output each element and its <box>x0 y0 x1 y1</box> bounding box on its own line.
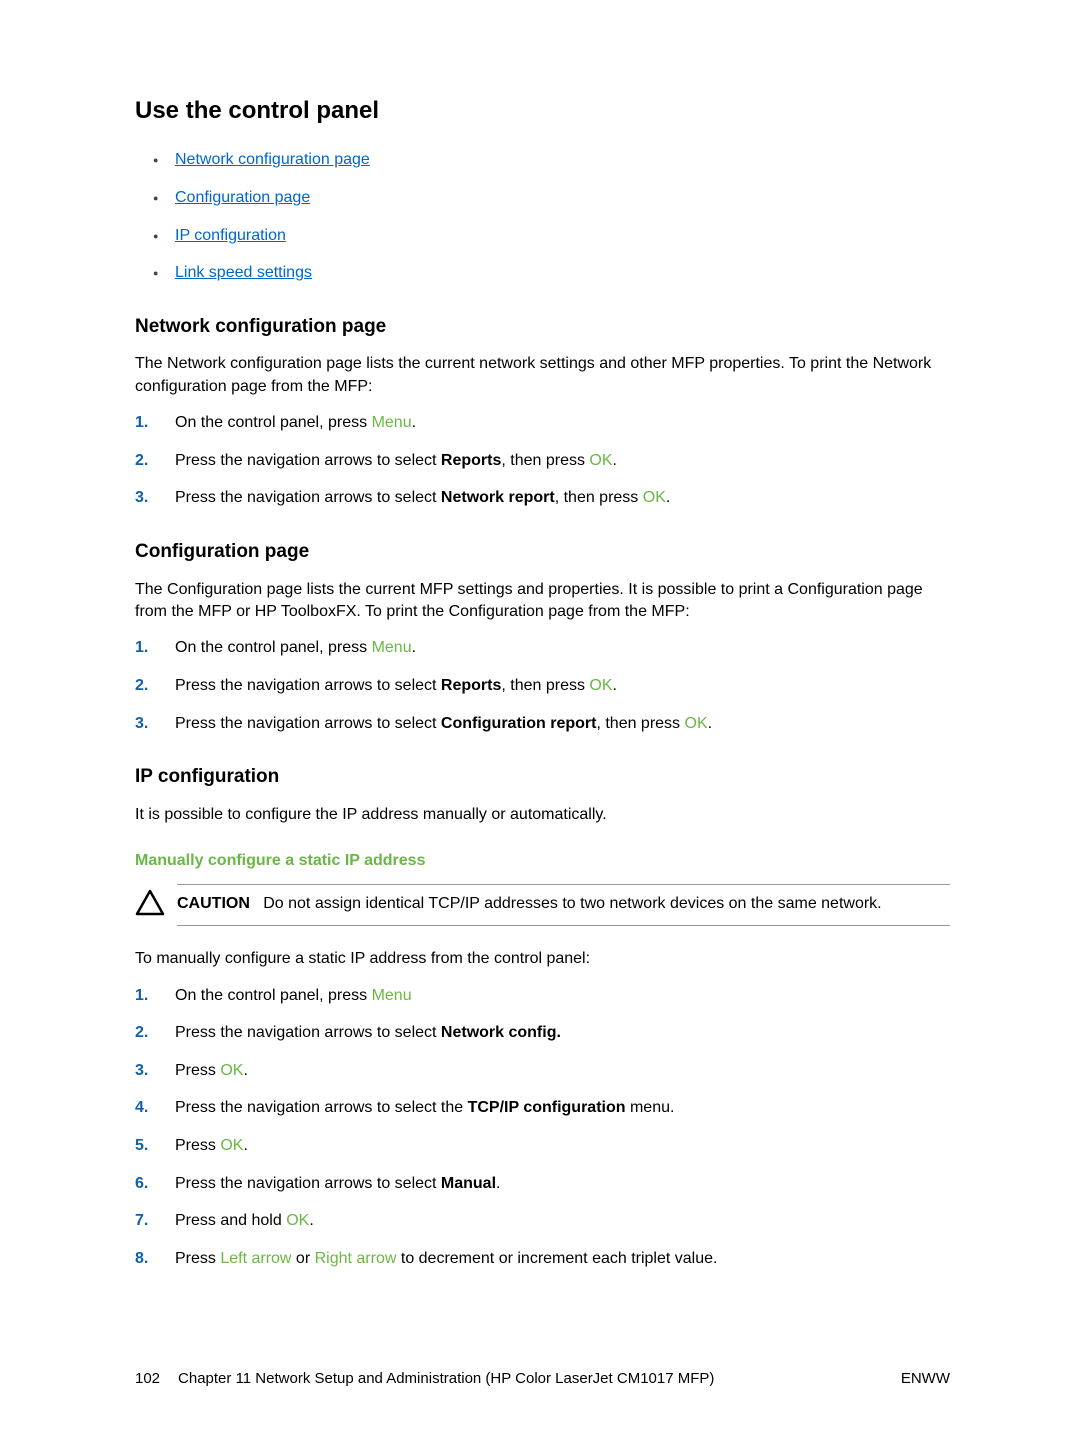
heading-network-config: Network configuration page <box>135 314 950 340</box>
link-link-speed[interactable]: Link speed settings <box>175 264 312 281</box>
caution-text: Do not assign identical TCP/IP addresses… <box>263 895 881 912</box>
steps-list: On the control panel, press Menu. Press … <box>135 412 950 509</box>
step-item: Press the navigation arrows to select Re… <box>135 675 950 697</box>
page-title: Use the control panel <box>135 95 950 127</box>
step-item: Press the navigation arrows to select Ne… <box>135 487 950 509</box>
paragraph: To manually configure a static IP addres… <box>135 948 950 970</box>
ok-label: OK <box>643 489 666 506</box>
ok-label: OK <box>589 677 612 694</box>
heading-configuration: Configuration page <box>135 539 950 565</box>
subheading-manual-ip: Manually configure a static IP address <box>135 850 950 872</box>
link-network-config[interactable]: Network configuration page <box>175 151 370 168</box>
link-ip-config[interactable]: IP configuration <box>175 227 286 244</box>
ok-label: OK <box>220 1062 243 1079</box>
step-item: Press and hold OK. <box>135 1210 950 1232</box>
heading-ip-config: IP configuration <box>135 764 950 790</box>
step-item: Press the navigation arrows to select th… <box>135 1097 950 1119</box>
step-item: Press the navigation arrows to select Ma… <box>135 1173 950 1195</box>
menu-label: Menu <box>372 414 412 431</box>
steps-list: On the control panel, press Menu. Press … <box>135 637 950 734</box>
paragraph: It is possible to configure the IP addre… <box>135 804 950 826</box>
ok-label: OK <box>286 1212 309 1229</box>
menu-label: Menu <box>372 987 412 1004</box>
left-arrow-label: Left arrow <box>220 1250 291 1267</box>
caution-box: CAUTION Do not assign identical TCP/IP a… <box>177 884 950 926</box>
step-item: Press the navigation arrows to select Re… <box>135 450 950 472</box>
steps-list: On the control panel, press Menu Press t… <box>135 985 950 1270</box>
menu-label: Menu <box>372 639 412 656</box>
list-item: IP configuration <box>135 225 950 247</box>
list-item: Link speed settings <box>135 262 950 284</box>
ok-label: OK <box>220 1137 243 1154</box>
ok-label: OK <box>685 715 708 732</box>
footer-right: ENWW <box>901 1369 950 1389</box>
ok-label: OK <box>589 452 612 469</box>
paragraph: The Configuration page lists the current… <box>135 579 950 624</box>
step-item: Press Left arrow or Right arrow to decre… <box>135 1248 950 1270</box>
toc-links: Network configuration page Configuration… <box>135 149 950 283</box>
caution-icon <box>135 889 165 917</box>
step-item: On the control panel, press Menu. <box>135 412 950 434</box>
page-footer: 102 Chapter 11 Network Setup and Adminis… <box>135 1369 950 1389</box>
right-arrow-label: Right arrow <box>315 1250 397 1267</box>
step-item: Press OK. <box>135 1060 950 1082</box>
list-item: Network configuration page <box>135 149 950 171</box>
list-item: Configuration page <box>135 187 950 209</box>
page-number: 102 <box>135 1369 160 1389</box>
link-configuration[interactable]: Configuration page <box>175 189 310 206</box>
step-item: On the control panel, press Menu <box>135 985 950 1007</box>
step-item: Press the navigation arrows to select Co… <box>135 713 950 735</box>
step-item: Press OK. <box>135 1135 950 1157</box>
paragraph: The Network configuration page lists the… <box>135 353 950 398</box>
step-item: On the control panel, press Menu. <box>135 637 950 659</box>
chapter-label: Chapter 11 Network Setup and Administrat… <box>178 1369 714 1389</box>
caution-label: CAUTION <box>177 895 250 912</box>
step-item: Press the navigation arrows to select Ne… <box>135 1022 950 1044</box>
